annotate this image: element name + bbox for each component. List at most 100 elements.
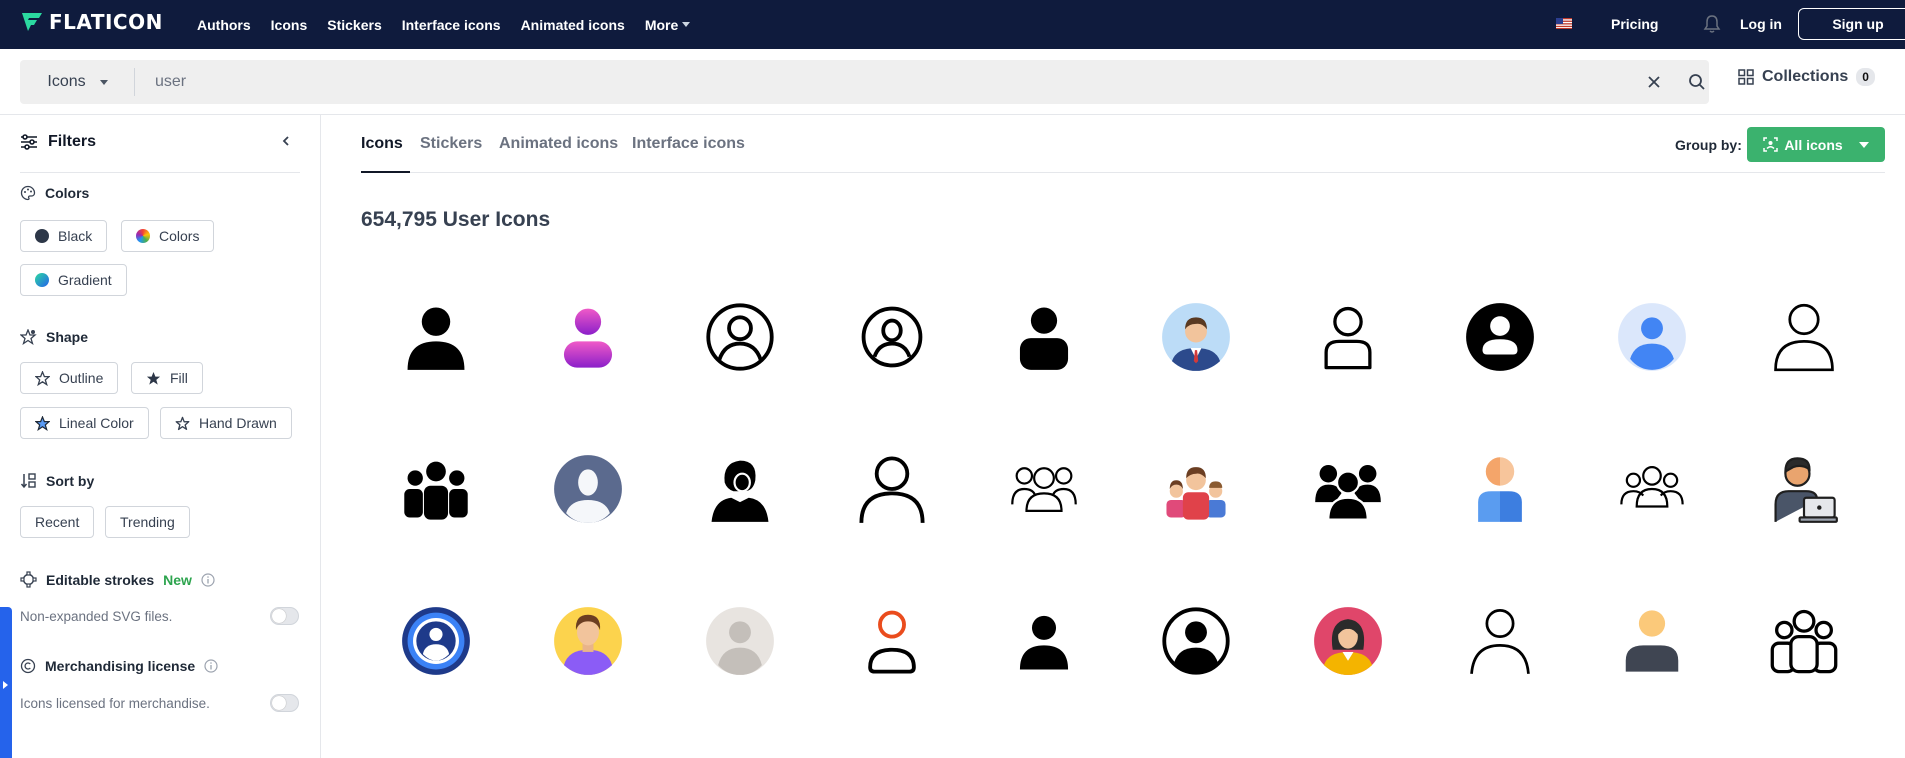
- icon-result-item[interactable]: [675, 581, 805, 701]
- filter-shape-outline[interactable]: Outline: [20, 362, 119, 394]
- nav-authors[interactable]: Authors: [197, 17, 251, 33]
- user-circle-outline-icon: [706, 303, 774, 371]
- icon-result-item[interactable]: [827, 581, 957, 701]
- filter-color-colors[interactable]: Colors: [121, 220, 215, 252]
- filter-color-gradient-label: Gradient: [58, 272, 112, 288]
- icon-result-item[interactable]: [1435, 581, 1565, 701]
- icon-result-item[interactable]: [1739, 581, 1869, 701]
- filter-shape-outline-label: Outline: [59, 370, 104, 386]
- merch-license-label: Merchandising license: [45, 658, 196, 674]
- icon-result-item[interactable]: [1283, 581, 1413, 701]
- editable-strokes-toggle[interactable]: [270, 607, 299, 625]
- sort-recent[interactable]: Recent: [20, 506, 95, 538]
- side-panel-tab[interactable]: [0, 607, 12, 758]
- filter-color-black-label: Black: [58, 228, 93, 244]
- star-outline-icon: [35, 370, 50, 386]
- notification-bell-icon[interactable]: [1703, 14, 1721, 34]
- icon-result-item[interactable]: [1587, 581, 1717, 701]
- icon-result-item[interactable]: [1131, 429, 1261, 549]
- editable-strokes-description: Non-expanded SVG files.: [20, 609, 173, 624]
- sort-trending[interactable]: Trending: [105, 506, 190, 538]
- signup-button[interactable]: Sign up: [1798, 8, 1905, 40]
- all-icons-icon: [1763, 137, 1779, 152]
- icon-result-item[interactable]: [979, 429, 1109, 549]
- user-large-outline-icon: [859, 456, 925, 523]
- icon-result-item[interactable]: [827, 277, 957, 397]
- user-thin-line-icon: [1470, 609, 1530, 674]
- search-icon[interactable]: [1687, 72, 1707, 92]
- user-small-black-icon: [1019, 615, 1069, 670]
- collections-button[interactable]: Collections 0: [1738, 68, 1875, 86]
- gradient-swatch-icon: [35, 273, 49, 287]
- tab-interface-icons[interactable]: Interface icons: [632, 135, 745, 153]
- nav-stickers[interactable]: Stickers: [327, 17, 381, 33]
- nav-more[interactable]: More: [644, 16, 691, 33]
- collections-count-badge: 0: [1856, 68, 1875, 86]
- chevron-down-icon: [99, 79, 108, 85]
- filter-color-gradient[interactable]: Gradient: [20, 264, 127, 296]
- nav-more-label: More: [644, 16, 679, 33]
- icon-result-item[interactable]: [827, 429, 957, 549]
- nav-animated-icons[interactable]: Animated icons: [521, 17, 625, 33]
- businessman-avatar-icon: [1162, 303, 1230, 371]
- icon-result-item[interactable]: [1587, 429, 1717, 549]
- user-blue-circle-icon: [1618, 303, 1686, 371]
- icon-result-item[interactable]: [1283, 277, 1413, 397]
- search-input[interactable]: [155, 60, 1635, 104]
- filter-shape-lineal-color-label: Lineal Color: [59, 415, 134, 431]
- sort-label: Sort by: [46, 472, 95, 489]
- icon-result-item[interactable]: [523, 429, 653, 549]
- filter-shape-hand-drawn[interactable]: Hand Drawn: [160, 407, 292, 439]
- tab-animated-icons[interactable]: Animated icons: [499, 135, 618, 153]
- user-orange-blue-icon: [1478, 457, 1522, 522]
- user-black-rounded-icon: [1019, 307, 1069, 370]
- info-icon[interactable]: [204, 659, 218, 673]
- icon-result-item[interactable]: [1435, 429, 1565, 549]
- icon-result-item[interactable]: [1131, 277, 1261, 397]
- results-title: 654,795 User Icons: [361, 208, 551, 231]
- us-flag-icon[interactable]: [1556, 18, 1572, 29]
- sort-trending-label: Trending: [120, 514, 175, 530]
- flaticon-logo-icon: [22, 13, 42, 31]
- icon-result-item[interactable]: [371, 277, 501, 397]
- group-by-select[interactable]: All icons: [1747, 127, 1885, 162]
- group-black-rounded-icon: [1315, 464, 1381, 521]
- icon-result-item[interactable]: [1283, 429, 1413, 549]
- icon-result-item[interactable]: [1435, 277, 1565, 397]
- filters-header: Filters: [20, 133, 300, 151]
- nav-interface-icons[interactable]: Interface icons: [402, 17, 501, 33]
- flaticon-logo[interactable]: FLATICON: [20, 10, 163, 34]
- icon-result-item[interactable]: [675, 429, 805, 549]
- icon-result-item[interactable]: [979, 277, 1109, 397]
- icon-result-item[interactable]: [1739, 429, 1869, 549]
- icon-result-item[interactable]: [1131, 581, 1261, 701]
- group-thin-outline-icon: [1620, 466, 1684, 508]
- icon-result-item[interactable]: [675, 277, 805, 397]
- icon-result-item[interactable]: [1739, 277, 1869, 397]
- icon-result-item[interactable]: [523, 581, 653, 701]
- tab-icons[interactable]: Icons: [361, 135, 403, 153]
- woman-red-avatar-icon: [1314, 607, 1382, 675]
- login-link[interactable]: Log in: [1740, 16, 1782, 32]
- collapse-sidebar-icon[interactable]: [280, 135, 292, 147]
- info-icon[interactable]: [201, 572, 215, 587]
- user-gray-circle-icon: [706, 607, 774, 675]
- resource-type-select[interactable]: Icons: [20, 60, 135, 104]
- tab-stickers[interactable]: Stickers: [420, 135, 482, 153]
- clear-search-icon[interactable]: [1645, 73, 1663, 91]
- filter-shape-lineal-color[interactable]: Lineal Color: [20, 407, 149, 439]
- resource-type-label: Icons: [47, 73, 86, 90]
- nav-pricing[interactable]: Pricing: [1611, 16, 1658, 32]
- icon-result-item[interactable]: [523, 277, 653, 397]
- merch-license-toggle[interactable]: [270, 694, 299, 712]
- icon-result-item[interactable]: [979, 581, 1109, 701]
- filter-color-black[interactable]: Black: [20, 220, 108, 252]
- search-divider: [134, 68, 135, 96]
- icon-result-item[interactable]: [1587, 277, 1717, 397]
- nav-icons[interactable]: Icons: [271, 17, 308, 33]
- icon-result-item[interactable]: [371, 429, 501, 549]
- icon-result-item[interactable]: [371, 581, 501, 701]
- filter-shape-fill-label: Fill: [170, 370, 188, 386]
- filter-shape-fill[interactable]: Fill: [131, 362, 203, 394]
- team-color-icon: [1166, 467, 1226, 520]
